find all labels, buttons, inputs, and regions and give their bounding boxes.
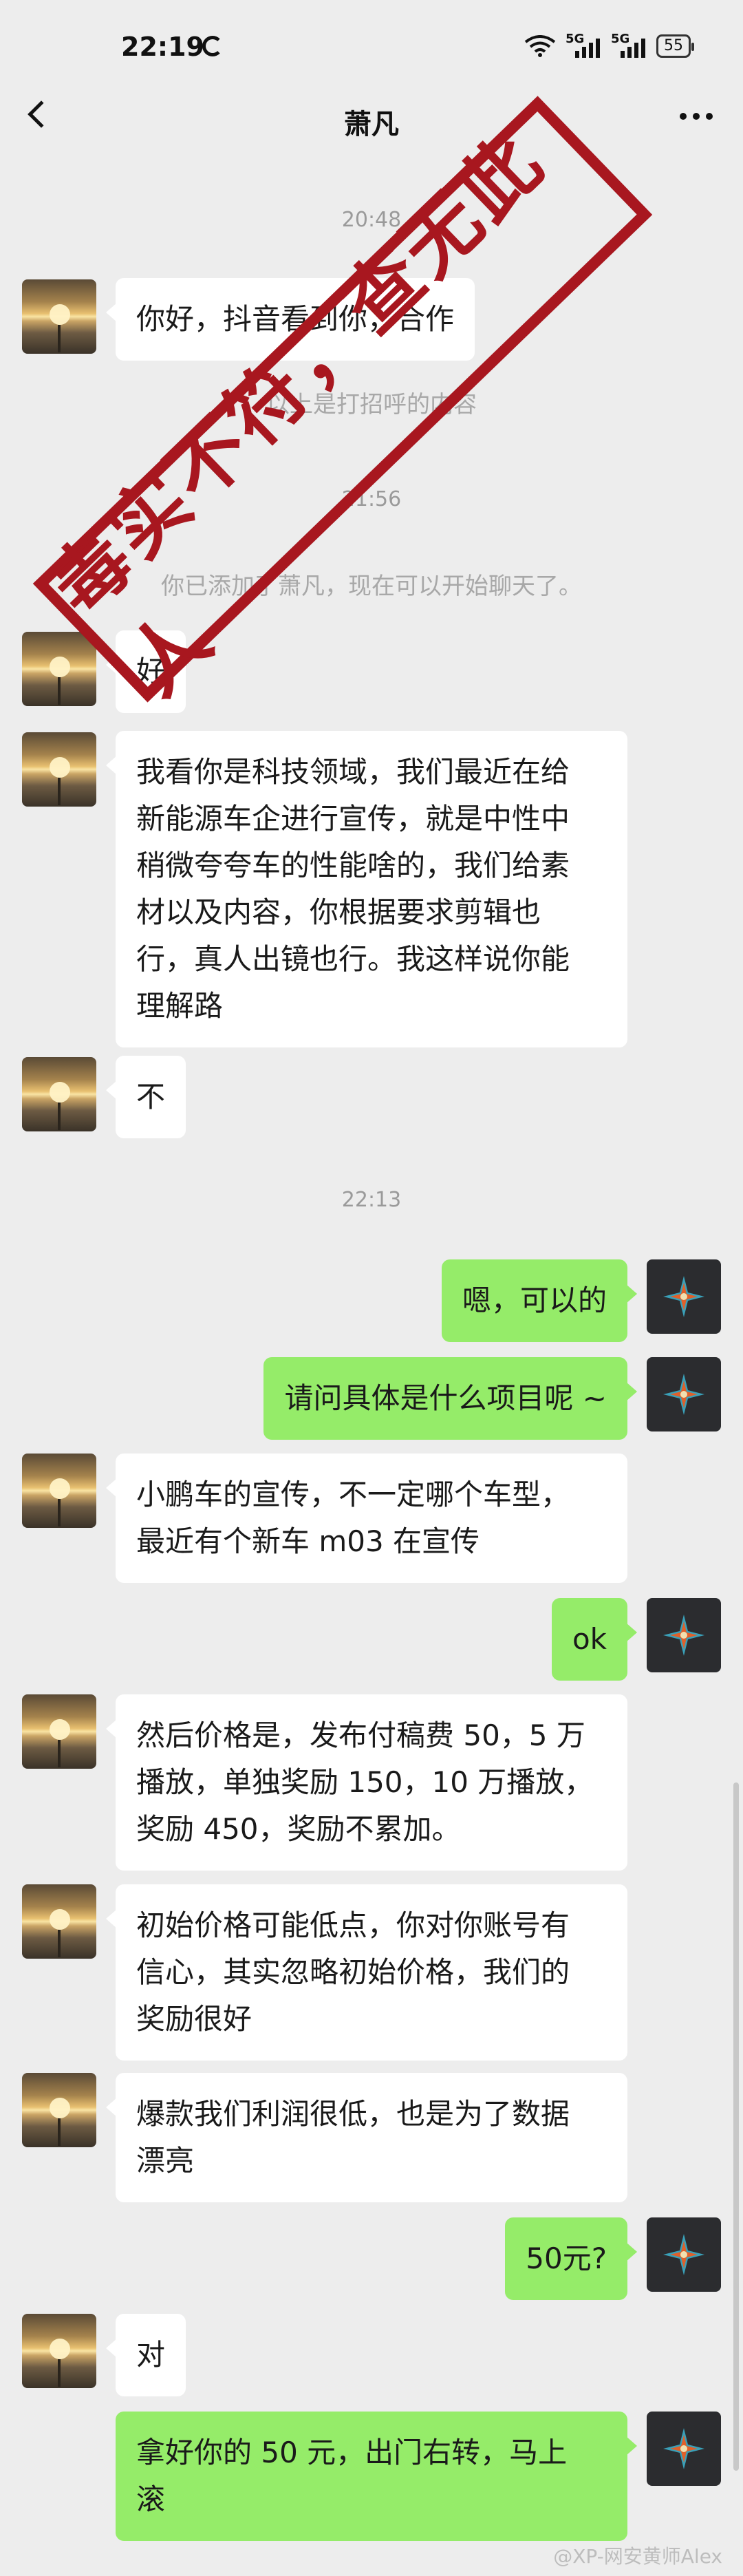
signal-icon-2: 5G: [611, 32, 647, 58]
scrollbar[interactable]: [733, 1782, 739, 2471]
self-avatar[interactable]: [647, 1598, 721, 1672]
contact-avatar[interactable]: [22, 2073, 96, 2147]
signal-icon-1: 5G: [566, 32, 601, 58]
message-outgoing[interactable]: ok: [551, 1598, 638, 1681]
contact-avatar[interactable]: [22, 1454, 96, 1528]
message-outgoing[interactable]: 嗯，可以的: [441, 1259, 638, 1342]
timestamp: 22:13: [341, 1188, 402, 1212]
compass-star-icon: [663, 1276, 704, 1317]
status-time: 22:19: [121, 32, 204, 62]
app-notification-icon: [202, 36, 223, 56]
wifi-icon: [524, 35, 556, 57]
message-incoming[interactable]: 我看你是科技领域，我们最近在给 新能源车企进行宣传，就是中性中 稍微夸夸车的性能…: [106, 731, 627, 1047]
self-avatar[interactable]: [647, 1357, 721, 1431]
message-incoming[interactable]: 初始价格可能低点，你对你账号有 信心，其实忽略初始价格，我们的 奖励很好: [106, 1884, 627, 2061]
contact-avatar[interactable]: [22, 279, 96, 354]
message-incoming[interactable]: 对: [105, 2314, 186, 2396]
message-incoming[interactable]: 然后价格是，发布付稿费 50，5 万 播放，单独奖励 150，10 万播放， 奖…: [106, 1694, 627, 1871]
contact-avatar[interactable]: [22, 732, 96, 807]
compass-star-icon: [663, 1374, 704, 1415]
compass-star-icon: [663, 1615, 704, 1656]
watermark: @XP-网安黄师Alex: [553, 2545, 722, 2568]
status-bar: 22:19 5G 5G 55: [0, 0, 743, 96]
battery-icon: 55: [656, 34, 694, 58]
self-avatar[interactable]: [647, 2217, 721, 2292]
contact-avatar[interactable]: [22, 1057, 96, 1131]
compass-star-icon: [663, 2428, 704, 2469]
more-options-icon[interactable]: [680, 113, 713, 120]
message-incoming[interactable]: 小鹏车的宣传，不一定哪个车型， 最近有个新车 m03 在宣传: [106, 1454, 627, 1583]
message-incoming[interactable]: 不: [105, 1056, 186, 1138]
contact-avatar[interactable]: [22, 2314, 96, 2388]
message-outgoing[interactable]: 50元?: [505, 2217, 637, 2300]
status-indicators: 5G 5G 55: [524, 32, 694, 58]
message-incoming[interactable]: 爆款我们利润很低，也是为了数据 漂亮: [106, 2073, 627, 2202]
compass-star-icon: [663, 2234, 704, 2275]
chat-title: 萧凡: [344, 109, 399, 140]
contact-avatar[interactable]: [22, 632, 96, 706]
contact-avatar[interactable]: [22, 1694, 96, 1769]
message-outgoing[interactable]: 请问具体是什么项目呢 ~: [263, 1357, 637, 1440]
message-outgoing[interactable]: 拿好你的 50 元，出门右转，马上 滚: [116, 2412, 637, 2541]
contact-avatar[interactable]: [22, 1884, 96, 1959]
self-avatar[interactable]: [647, 1259, 721, 1334]
self-avatar[interactable]: [647, 2412, 721, 2486]
